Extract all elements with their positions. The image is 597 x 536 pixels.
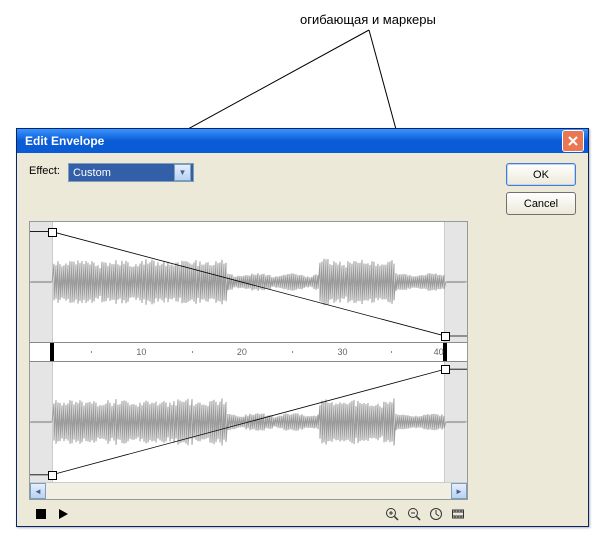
effect-label: Effect:: [29, 163, 60, 177]
chevron-down-icon: ▼: [174, 164, 191, 181]
envelope-area: 10 20 30 40: [29, 221, 468, 500]
stop-button[interactable]: [31, 504, 51, 524]
close-button[interactable]: [562, 130, 584, 152]
scroll-right-button[interactable]: ►: [451, 483, 467, 499]
zoom-out-icon: [407, 507, 421, 521]
time-mode-button[interactable]: [426, 504, 446, 524]
toolbar: [29, 500, 470, 528]
play-button[interactable]: [53, 504, 73, 524]
waveform-top: [30, 222, 467, 342]
zoom-out-button[interactable]: [404, 504, 424, 524]
window-content: Effect: Custom ▼ OK Cancel: [17, 153, 588, 536]
titlebar[interactable]: Edit Envelope: [17, 129, 588, 153]
waveform-bottom: [30, 362, 467, 482]
cancel-button[interactable]: Cancel: [506, 192, 576, 215]
ruler-tick: 10: [136, 347, 146, 357]
edit-envelope-window: Edit Envelope Effect: Custom ▼ OK Cancel: [16, 128, 589, 527]
effect-value: Custom: [73, 167, 111, 179]
horizontal-scrollbar[interactable]: ◄ ►: [30, 482, 467, 499]
frames-icon: [451, 507, 465, 521]
top-row: Effect: Custom ▼ OK Cancel: [29, 163, 576, 215]
ruler-tick: 40: [434, 347, 444, 357]
zoom-in-button[interactable]: [382, 504, 402, 524]
envelope-marker[interactable]: [441, 365, 450, 374]
zoom-in-icon: [385, 507, 399, 521]
annotation-label: огибающая и маркеры: [300, 12, 436, 27]
scroll-track[interactable]: [46, 483, 451, 499]
close-icon: [568, 136, 578, 146]
frames-mode-button[interactable]: [448, 504, 468, 524]
envelope-marker[interactable]: [441, 332, 450, 341]
time-ruler[interactable]: 10 20 30 40: [30, 342, 467, 362]
play-icon: [59, 509, 68, 519]
clock-icon: [429, 507, 443, 521]
window-title: Edit Envelope: [25, 134, 104, 148]
scroll-left-button[interactable]: ◄: [30, 483, 46, 499]
side-buttons: OK Cancel: [506, 163, 576, 215]
wave-panel-bottom[interactable]: [30, 362, 467, 482]
envelope-marker[interactable]: [48, 228, 57, 237]
stop-icon: [36, 509, 46, 519]
envelope-marker[interactable]: [48, 471, 57, 480]
ok-button[interactable]: OK: [506, 163, 576, 186]
ruler-tick: 20: [237, 347, 247, 357]
wave-panel-top[interactable]: [30, 222, 467, 342]
ruler-in-marker[interactable]: [50, 343, 54, 361]
effect-select[interactable]: Custom ▼: [68, 163, 194, 182]
ruler-tick: 30: [337, 347, 347, 357]
